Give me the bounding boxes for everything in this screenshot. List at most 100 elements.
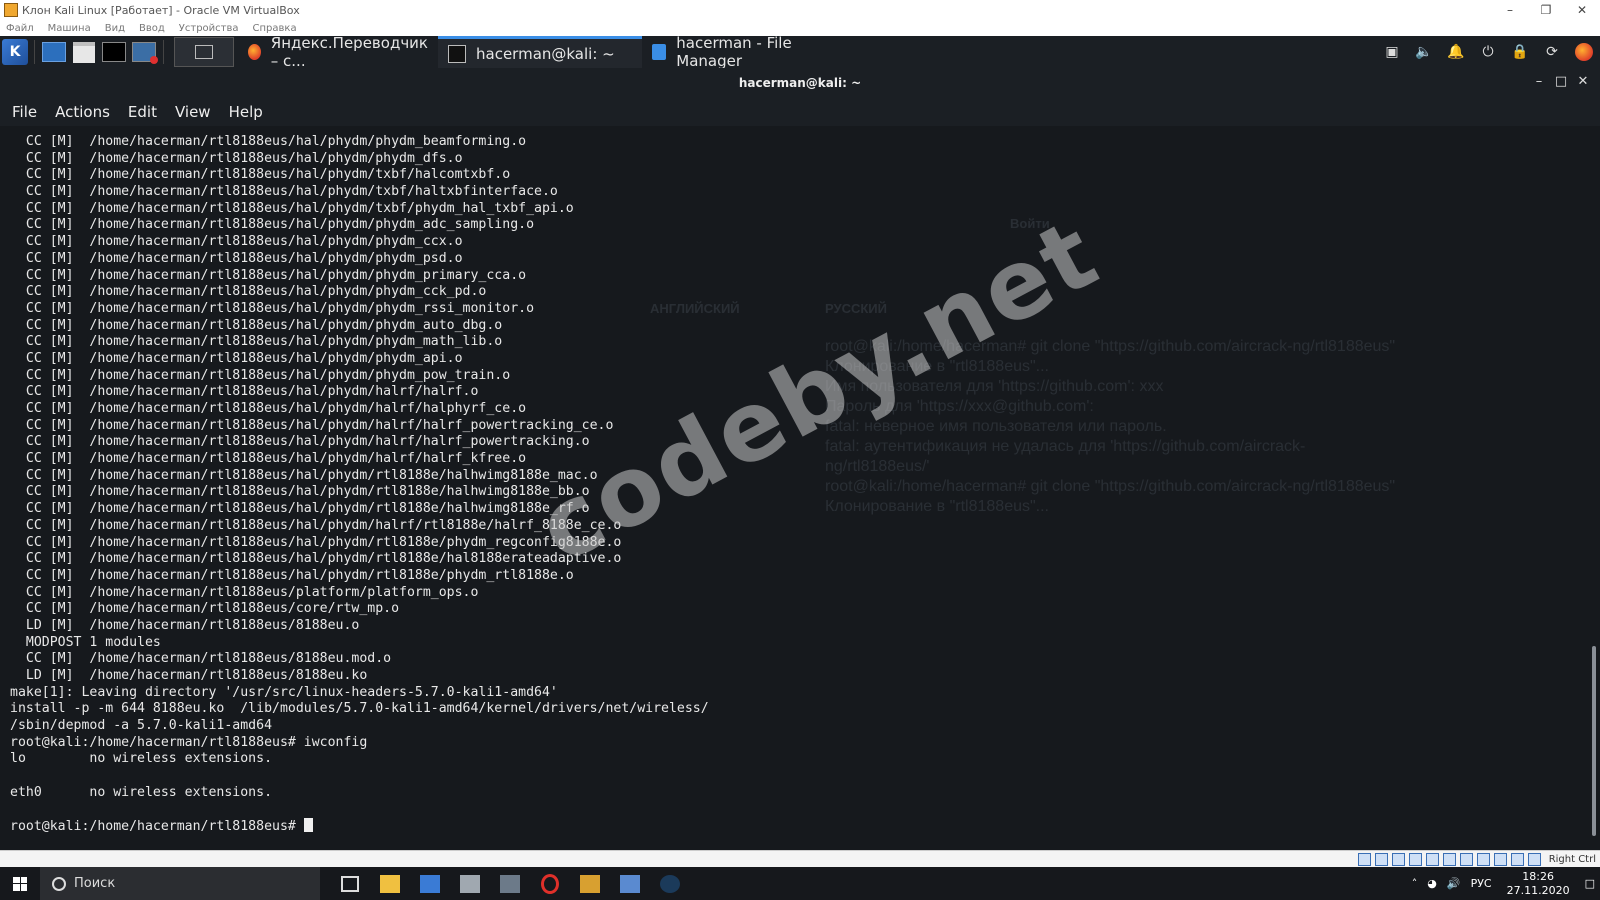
cpu-icon[interactable] [1493,853,1507,866]
audio-icon[interactable] [1391,853,1405,866]
terminal-line: CC [M] /home/hacerman/rtl8188eus/hal/phy… [10,150,463,166]
panel-tray: ▣ 🔈 🔔 ⏻ 🔒 ⟳ [1376,43,1600,61]
virtualbox-button[interactable] [490,867,530,900]
task-translator[interactable]: Яндекс.Переводчик – с... [238,34,438,70]
terminal-prompt-line[interactable]: root@kali:/home/hacerman/rtl8188eus# [10,818,709,835]
app-icon [580,874,600,893]
notifications-icon[interactable]: □ [1585,877,1595,890]
folder-icon [73,41,95,63]
show-desktop-launcher[interactable] [39,37,69,67]
minimize-button[interactable]: – [1528,74,1550,89]
clock-time: 18:26 [1522,869,1554,883]
close-button[interactable]: ✕ [1564,0,1600,20]
terminal-line: CC [M] /home/hacerman/rtl8188eus/hal/phy… [10,451,527,467]
app-icon [460,874,480,893]
firefox-icon[interactable] [1575,43,1593,61]
terminal-line: CC [M] /home/hacerman/rtl8188eus/hal/phy… [10,134,527,149]
terminal-line: CC [M] /home/hacerman/rtl8188eus/hal/phy… [10,367,511,383]
opera-button[interactable] [530,867,570,900]
logout-icon[interactable]: ⟳ [1543,43,1561,61]
menu-view[interactable]: View [175,103,211,121]
ghost-line: Клонирование в "rtl8188eus"... [825,358,1049,375]
vbox-menu-file[interactable]: Файл [6,23,34,34]
language-indicator[interactable]: РУС [1471,877,1492,890]
host-key-label: Right Ctrl [1548,854,1596,865]
display-icon[interactable] [1459,853,1473,866]
terminal-line: install -p -m 644 8188eu.ko /lib/modules… [10,701,709,717]
wifi-icon[interactable]: ◕ [1427,877,1437,890]
ghost-line: root@kali:/home/hacerman# git clone "htt… [825,338,1396,355]
task-label: Яндекс.Переводчик – с... [270,34,428,70]
recording-icon[interactable] [1476,853,1490,866]
terminal-line: /sbin/depmod -a 5.7.0-kali1-amd64 [10,718,273,734]
terminal-line: CC [M] /home/hacerman/rtl8188eus/hal/phy… [10,501,590,517]
shared-folders-icon[interactable] [1442,853,1456,866]
power-icon[interactable]: ⏻ [1479,43,1497,61]
task-view-icon [341,875,359,892]
search-box[interactable]: Поиск [40,867,320,900]
terminal-line: CC [M] /home/hacerman/rtl8188eus/hal/phy… [10,517,622,533]
windows-taskbar: Поиск ˄ ◕ 🔊 РУС 18:26 27.11.2020 □ [0,867,1600,900]
panel-separator [34,40,35,64]
menu-actions[interactable]: Actions [55,103,110,121]
chevron-up-icon[interactable]: ˄ [1412,877,1418,890]
workspace-switcher[interactable] [174,37,234,67]
keyboard-icon[interactable] [1527,853,1541,866]
maximize-button[interactable]: □ [1550,74,1572,89]
vbox-menu-view[interactable]: Вид [105,23,125,34]
vbox-menu-machine[interactable]: Машина [48,23,91,34]
terminal-line: MODPOST 1 modules [10,634,161,650]
workspace-icon [195,45,213,59]
mouse-integration-icon[interactable] [1510,853,1524,866]
terminal-line: CC [M] /home/hacerman/rtl8188eus/hal/phy… [10,200,574,216]
close-button[interactable]: ✕ [1572,74,1594,89]
terminal-line: CC [M] /home/hacerman/rtl8188eus/hal/phy… [10,551,622,567]
task-file-manager[interactable]: hacerman - File Manager [642,34,852,70]
terminal-line: CC [M] /home/hacerman/rtl8188eus/hal/phy… [10,467,598,483]
terminal-title: hacerman@kali: ~ [738,76,862,90]
app-button[interactable] [570,867,610,900]
terminal-body[interactable]: Войти АНГЛИЙСКИЙ РУССКИЙ root@kali:/home… [0,126,1600,850]
explorer-button[interactable] [370,867,410,900]
terminal-scrollbar[interactable] [1592,646,1596,836]
notification-bell-icon[interactable]: 🔔 [1447,43,1465,61]
terminal-line: CC [M] /home/hacerman/rtl8188eus/hal/phy… [10,167,511,183]
display-icon[interactable]: ▣ [1383,43,1401,61]
start-button[interactable] [0,867,40,900]
terminal-titlebar[interactable]: hacerman@kali: ~ – □ ✕ [0,68,1600,98]
terminal-line: CC [M] /home/hacerman/rtl8188eus/core/rt… [10,601,400,617]
minimize-button[interactable]: – [1492,0,1528,20]
clock[interactable]: 18:26 27.11.2020 [1507,870,1570,898]
vbox-menu-help[interactable]: Справка [253,23,297,34]
vbox-menu-input[interactable]: Ввод [139,23,165,34]
menu-help[interactable]: Help [229,103,263,121]
volume-icon[interactable]: 🔊 [1447,877,1461,890]
app-button[interactable] [450,867,490,900]
kali-menu-button[interactable]: K [0,37,30,67]
task-terminal[interactable]: hacerman@kali: ~ [438,36,642,68]
menu-edit[interactable]: Edit [128,103,157,121]
store-button[interactable] [410,867,450,900]
vbox-menu-devices[interactable]: Устройства [179,23,239,34]
terminal-launcher[interactable] [99,37,129,67]
ghost-line: fatal: аутентификация не удалась для 'ht… [825,438,1306,455]
optical-drive-icon[interactable] [1374,853,1388,866]
terminal-line: CC [M] /home/hacerman/rtl8188eus/hal/phy… [10,484,590,500]
browser-launcher[interactable] [129,37,159,67]
task-view-button[interactable] [330,867,370,900]
menu-file[interactable]: File [12,103,37,121]
terminal-line: CC [M] /home/hacerman/rtl8188eus/hal/phy… [10,217,535,233]
network-icon[interactable] [1408,853,1422,866]
restore-button[interactable]: ❐ [1528,0,1564,20]
terminal-line: CC [M] /home/hacerman/rtl8188eus/hal/phy… [10,434,590,450]
usb-icon[interactable] [1425,853,1439,866]
desktop-icon [42,42,66,62]
volume-icon[interactable]: 🔈 [1415,43,1433,61]
hard-disk-icon[interactable] [1357,853,1371,866]
lock-icon[interactable]: 🔒 [1511,43,1529,61]
file-manager-launcher[interactable] [69,37,99,67]
app-button[interactable] [610,867,650,900]
vbox-status-bar: Right Ctrl [0,850,1600,868]
terminal-line: make[1]: Leaving directory '/usr/src/lin… [10,684,558,700]
steam-button[interactable] [650,867,690,900]
